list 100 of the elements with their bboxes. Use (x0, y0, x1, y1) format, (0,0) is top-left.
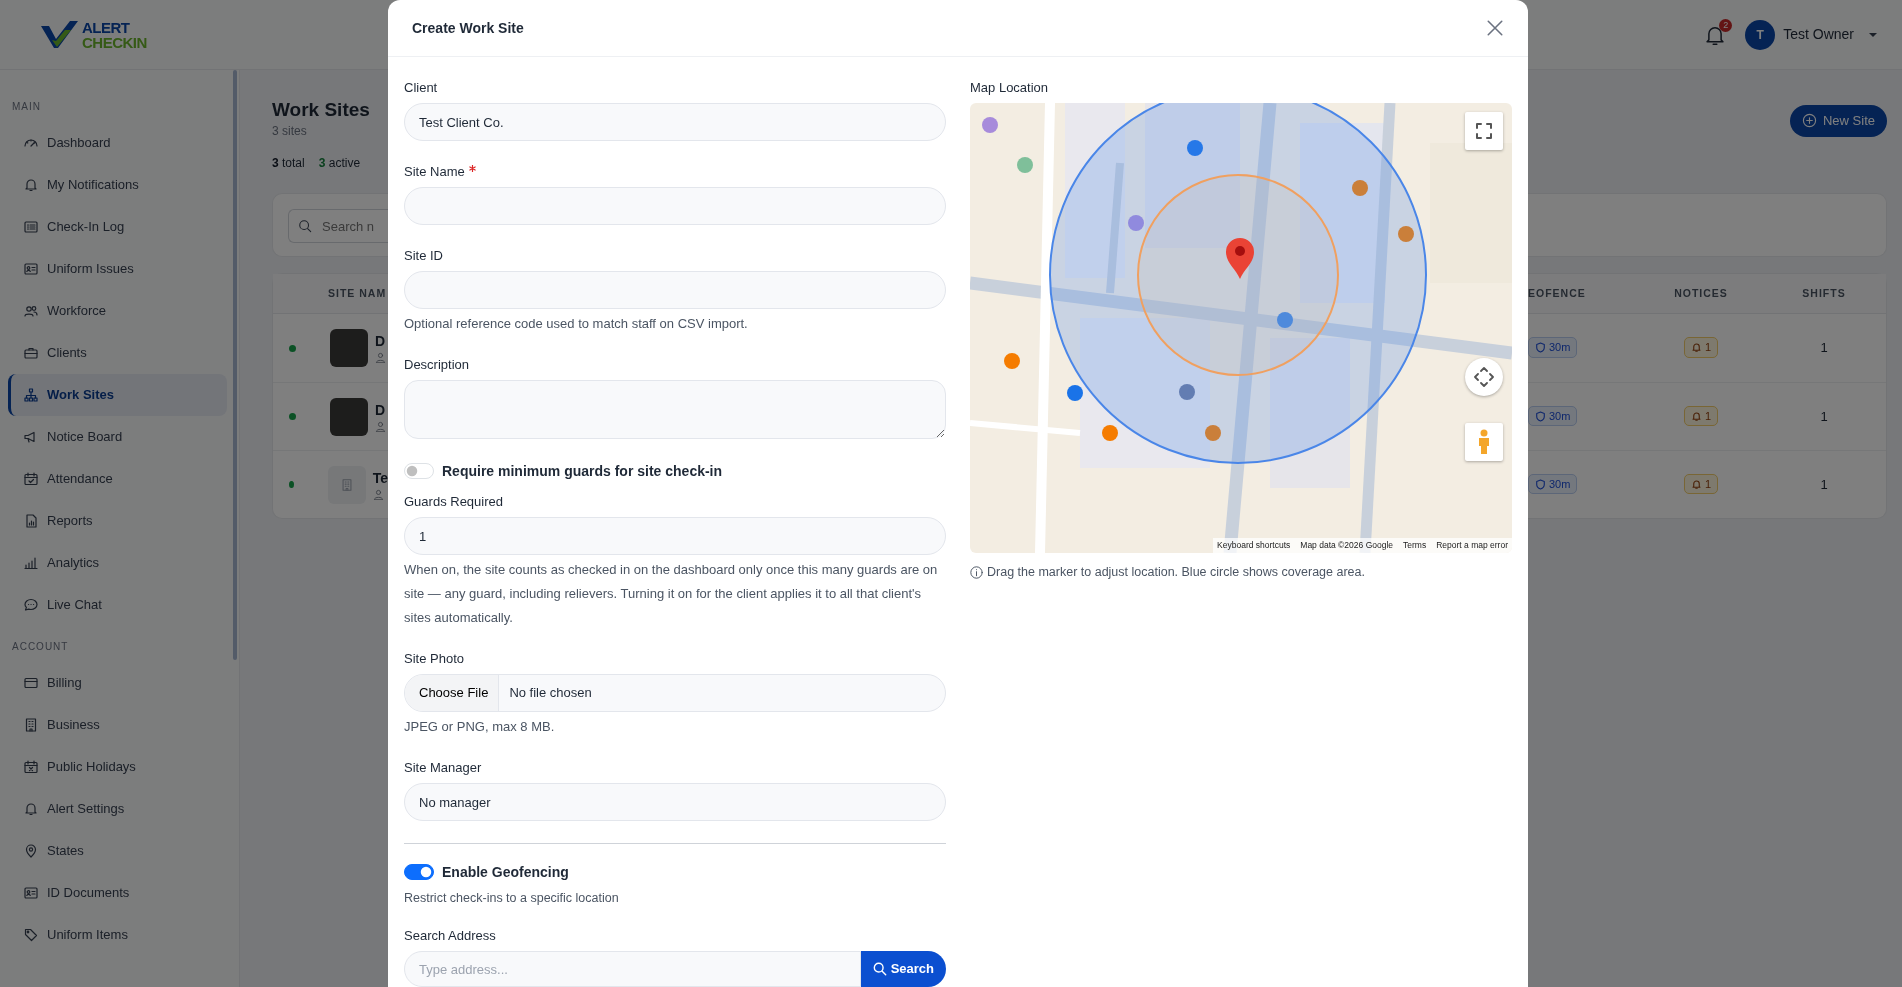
sidebar-item[interactable]: Check-In Log (8, 206, 227, 248)
new-site-button[interactable]: New Site (1789, 105, 1887, 137)
address-input[interactable]: Type address... (404, 951, 861, 987)
sidebar-item[interactable]: ID Documents (8, 872, 227, 914)
sidebar-item[interactable]: My Notifications (8, 164, 227, 206)
sidebar-item[interactable]: Analytics (8, 542, 227, 584)
attribution-link[interactable]: Keyboard shortcuts (1217, 539, 1291, 552)
field-label: Site Photo (404, 650, 464, 667)
sitemap-icon (23, 387, 39, 403)
logo-icon (40, 19, 80, 50)
sidebar-item[interactable]: Live Chat (8, 584, 227, 626)
page-subtitle: 3 sites (272, 123, 308, 140)
bell-icon (23, 177, 39, 193)
sidebar-item[interactable]: Workforce (8, 290, 227, 332)
bell-icon (1690, 410, 1702, 422)
geofence-badge: 30m (1528, 405, 1578, 427)
sidebar-item[interactable]: Alert Settings (8, 788, 227, 830)
stat-text: 3 active (318, 155, 361, 172)
plus-circle-icon (1801, 113, 1817, 129)
sidebar-item[interactable]: Dashboard (8, 122, 227, 164)
geofence-badge: 30m (1528, 337, 1578, 358)
brand-text: CHECKIN (82, 34, 147, 50)
shift-count: 1 (1820, 340, 1828, 356)
notice-badge: 1 (1683, 405, 1719, 427)
field-label: Search Address (404, 927, 496, 944)
text-field[interactable] (404, 271, 946, 309)
toggle-label: Enable Geofencing (442, 862, 569, 882)
column-header: SITE NAM (328, 285, 387, 301)
sidebar-item[interactable]: Business (8, 704, 227, 746)
bar-chart-icon (23, 555, 39, 571)
shield-icon (1535, 410, 1546, 422)
text-field[interactable] (404, 187, 946, 225)
tag-icon (23, 927, 39, 943)
shield-icon (1535, 478, 1546, 490)
column-header: SHIFTS (1802, 286, 1846, 299)
dropdown-field[interactable]: No manager (404, 783, 946, 821)
textarea-field[interactable] (404, 380, 946, 439)
attribution-link[interactable]: Map data ©2026 Google (1300, 539, 1394, 552)
pegman-button[interactable] (1465, 423, 1503, 461)
sidebar-item[interactable]: Attendance (8, 458, 227, 500)
help-text: Drag the marker to adjust location. Blue circle shows coverage area. (987, 564, 1365, 581)
notice-badge: 1 (1683, 473, 1719, 495)
bell-icon (1690, 342, 1702, 354)
person-icon (375, 352, 386, 363)
id-card-icon (23, 885, 39, 901)
file-input[interactable]: Choose File No file chosen (404, 674, 946, 712)
person-icon (1476, 429, 1492, 455)
scrollbar[interactable] (233, 70, 237, 660)
attribution-link[interactable]: Report a map error (1436, 539, 1508, 552)
shift-count: 1 (1820, 476, 1828, 492)
person-icon (372, 488, 384, 500)
site-name[interactable]: D (375, 333, 386, 349)
caret-icon (1868, 31, 1878, 38)
toggle-switch[interactable] (404, 864, 434, 880)
bell-icon (23, 801, 39, 817)
help-text: When on, the site counts as checked in on the dashboard only once this many guards are on site — any guard, including relievers. Turning it on for the client applies it to all that client's sites automatically. (404, 561, 939, 627)
help-text: JPEG or PNG, max 8 MB. (404, 718, 556, 736)
search-field[interactable]: Search n (288, 209, 389, 243)
dropdown-field[interactable]: Test Client Co. (404, 103, 946, 141)
search-icon (298, 219, 312, 233)
credit-card-icon (23, 675, 39, 691)
sidebar-item[interactable]: Billing (8, 662, 227, 704)
choose-file-button[interactable]: Choose File (405, 675, 500, 711)
text-field[interactable]: 1 (404, 517, 946, 555)
user-name[interactable]: Test Owner (1783, 24, 1854, 45)
people-icon (23, 303, 39, 319)
site-name[interactable]: D (375, 401, 386, 418)
stat-text: 3 total (272, 155, 305, 172)
user-avatar[interactable]: T (1745, 19, 1776, 50)
sidebar-item[interactable]: Uniform Issues (8, 248, 227, 290)
building-icon (23, 717, 39, 733)
geofence-badge: 30m (1528, 473, 1578, 495)
list-icon (23, 219, 39, 235)
field-label: Site ID (404, 247, 443, 264)
person-icon (375, 420, 386, 432)
page-title: Work Sites (272, 98, 371, 122)
section-heading: MAIN (11, 100, 42, 114)
notice-badge: 1 (1683, 337, 1719, 358)
fullscreen-button[interactable] (1465, 112, 1503, 150)
search-icon (872, 962, 887, 976)
info-icon (970, 565, 983, 579)
sidebar-item[interactable]: Clients (8, 332, 227, 374)
sidebar-item[interactable]: Notice Board (8, 416, 227, 458)
help-text: Restrict check-ins to a specific location (404, 890, 620, 907)
map-marker-icon[interactable] (1226, 238, 1254, 279)
site-name[interactable]: Te (372, 469, 388, 486)
close-button[interactable] (1486, 19, 1504, 37)
search-button[interactable]: Search (860, 951, 946, 987)
notification-badge: 2 (1719, 18, 1733, 32)
sidebar-item[interactable]: Reports (8, 500, 227, 542)
sidebar-item[interactable]: Public Holidays (8, 746, 227, 788)
sidebar-item[interactable]: States (8, 830, 227, 872)
sidebar-item[interactable]: Uniform Items (8, 914, 227, 956)
sidebar-item[interactable]: Work Sites (8, 374, 227, 416)
briefcase-icon (23, 345, 39, 361)
help-text: Optional reference code used to match staff on CSV import. (404, 315, 749, 333)
bell-icon (1690, 478, 1702, 490)
field-label: Site Name (404, 163, 465, 180)
column-header: NOTICES (1674, 286, 1728, 299)
attribution-link[interactable]: Terms (1403, 539, 1427, 552)
